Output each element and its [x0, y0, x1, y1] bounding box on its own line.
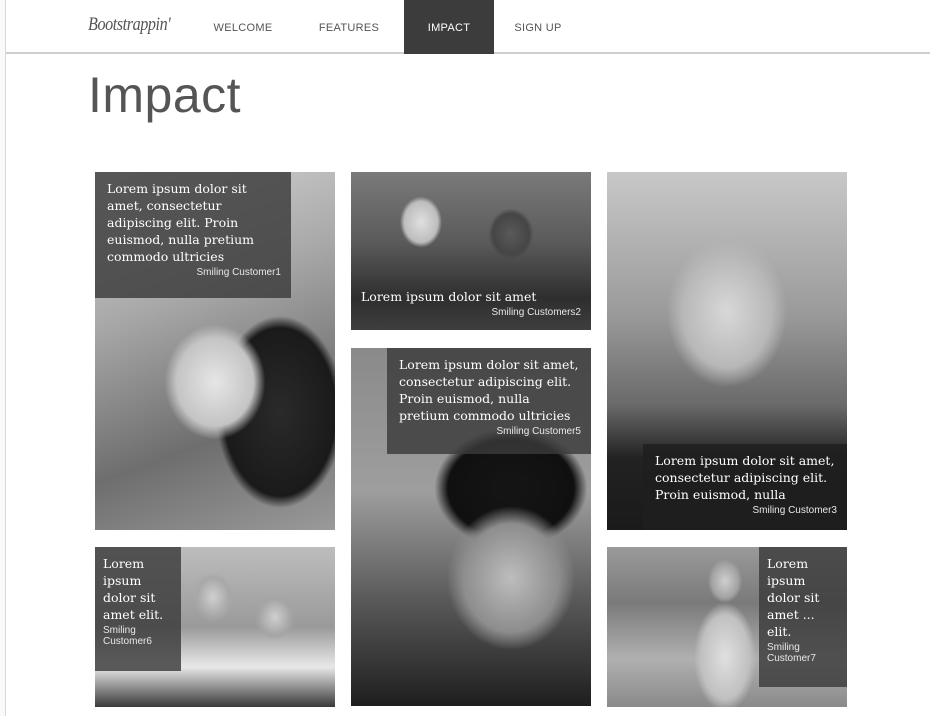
testimonial-quote: Lorem ipsum dolor sit amet, consectetur … — [399, 357, 579, 423]
customer-name: Smiling Customer3 — [752, 505, 837, 516]
testimonial-caption: Lorem ipsum dolor sit amet ... elit. Smi… — [759, 547, 847, 687]
nav-item-impact[interactable]: IMPACT — [404, 0, 494, 54]
testimonial-tile-3: Lorem ipsum dolor sit amet, consectetur … — [607, 172, 847, 530]
customer-name: Smiling Customers2 — [491, 307, 581, 318]
testimonial-quote: Lorem ipsum dolor sit amet ... elit. — [767, 556, 820, 639]
brand-logo[interactable]: Bootstrappin' — [88, 14, 171, 36]
nav-item-welcome[interactable]: WELCOME — [204, 0, 282, 52]
testimonial-caption: Lorem ipsum dolor sit amet, consectetur … — [387, 348, 591, 454]
page-title: Impact — [88, 67, 242, 123]
testimonial-tile-5: Lorem ipsum dolor sit amet, consectetur … — [351, 348, 591, 706]
customer-name: Smiling Customer6 — [103, 625, 152, 647]
top-navbar: Bootstrappin' WELCOME FEATURES IMPACT SI… — [6, 0, 930, 54]
testimonial-tile-7: Lorem ipsum dolor sit amet ... elit. Smi… — [607, 547, 847, 707]
window-frame-edge — [0, 0, 6, 716]
testimonial-quote: Lorem ipsum dolor sit amet, consectetur … — [655, 453, 835, 502]
testimonial-caption: Lorem ipsum dolor sit amet, consectetur … — [643, 444, 847, 530]
customer-name: Smiling Customer1 — [196, 267, 281, 278]
testimonial-caption: Lorem ipsum dolor sit amet, consectetur … — [95, 172, 291, 298]
customer-name: Smiling Customer5 — [496, 426, 581, 437]
testimonial-tile-1: Lorem ipsum dolor sit amet, consectetur … — [95, 172, 335, 530]
testimonial-caption: Lorem ipsum dolor sit amet Smiling Custo… — [351, 284, 591, 330]
testimonial-quote: Lorem ipsum dolor sit amet — [361, 289, 537, 304]
customer-name: Smiling Customer7 — [767, 642, 816, 664]
testimonial-tile-2: Lorem ipsum dolor sit amet Smiling Custo… — [351, 172, 591, 330]
testimonial-tile-6: Lorem ipsum dolor sit amet elit. Smiling… — [95, 547, 335, 707]
testimonial-quote: Lorem ipsum dolor sit amet, consectetur … — [107, 181, 255, 264]
testimonial-quote: Lorem ipsum dolor sit amet elit. — [103, 556, 164, 622]
testimonial-caption: Lorem ipsum dolor sit amet elit. Smiling… — [95, 547, 181, 671]
nav-item-sign-up[interactable]: SIGN UP — [503, 0, 573, 52]
nav-item-features[interactable]: FEATURES — [309, 0, 389, 52]
